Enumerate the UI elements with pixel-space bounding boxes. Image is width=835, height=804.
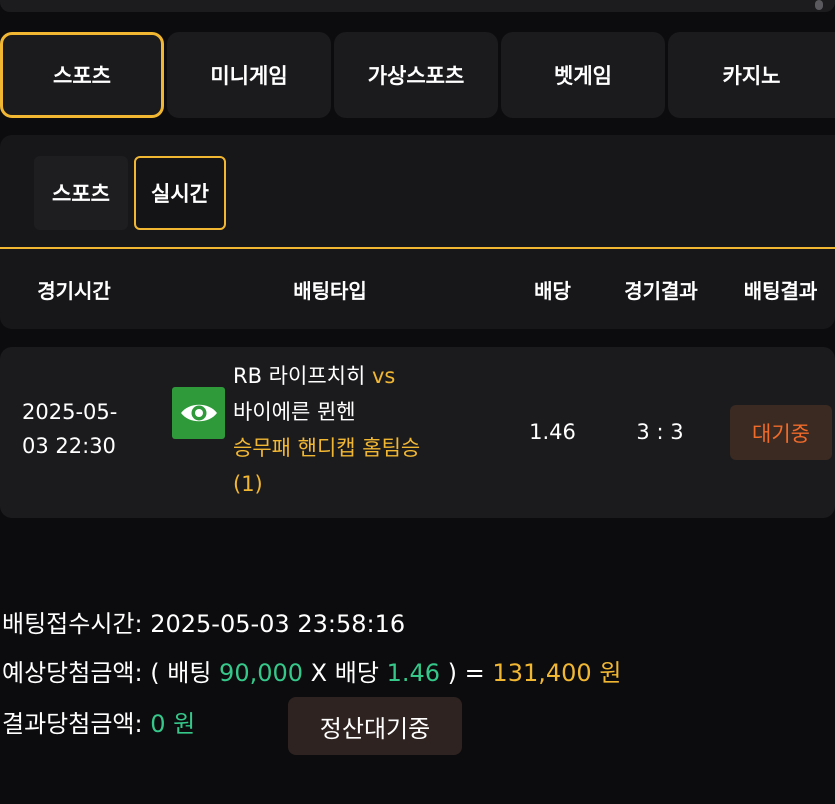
header-bet-result: 배팅결과 [743,278,818,303]
match-time: 03 22:30 [22,434,116,458]
result-amount: 0 [150,710,166,738]
top-bar [0,0,835,12]
eye-icon[interactable] [172,387,225,439]
home-team: RB 라이프치히 [233,364,366,388]
scrollbar-thumb[interactable] [815,0,823,10]
close-paren: ) [447,659,458,687]
bet-amount: 90,000 [219,659,304,687]
summary-odds: 1.46 [386,659,441,687]
tab-minigame[interactable]: 미니게임 [167,32,331,118]
received-value: 2025-05-03 23:58:16 [150,610,406,638]
open-paren: ( [150,659,160,687]
bet-label: 배팅 [167,659,212,687]
bet-selection: (1) [233,472,263,496]
match-date: 2025-05- [22,400,118,424]
status-badge: 대기중 [730,405,832,460]
sub-tab-panel: 스포츠 실시간 [0,135,835,247]
header-odds: 배당 [534,278,571,303]
header-time: 경기시간 [37,278,111,303]
match-teams-line1: RB 라이프치히 vs [233,358,513,394]
match-datetime: 2025-05- 03 22:30 [22,395,117,463]
bet-details: RB 라이프치히 vs 바이에른 뮌헨 승무패 핸디캡 홈팀승 (1) [233,358,513,502]
result-label: 결과당첨금액: [2,710,143,738]
header-game-result: 경기결과 [624,278,698,303]
tab-virtual-sports[interactable]: 가상스포츠 [334,32,498,118]
vs-label: vs [371,364,396,388]
header-bet-type: 배팅타입 [293,278,367,303]
odds-label: 배당 [334,659,379,687]
table-header: 경기시간 배팅타입 배당 경기결과 배팅결과 [0,249,835,329]
game-score: 3 : 3 [636,420,684,444]
received-label: 배팅접수시간: [2,610,143,638]
tab-betgame[interactable]: 벳게임 [501,32,665,118]
odds-value: 1.46 [529,420,576,444]
equals-sign: = [464,659,485,687]
expected-label: 예상당첨금액: [2,659,143,687]
away-team: 바이에른 뮌헨 [233,400,356,424]
tab-sports[interactable]: 스포츠 [0,32,164,118]
bet-market: 승무패 핸디캡 홈팀승 [233,436,421,460]
received-time-line: 배팅접수시간: 2025-05-03 23:58:16 [2,607,405,641]
times-sign: X [310,659,328,687]
settlement-pending-button[interactable]: 정산대기중 [288,697,462,755]
sub-tab-sports[interactable]: 스포츠 [34,156,128,230]
tab-casino[interactable]: 카지노 [668,32,835,118]
result-currency: 원 [173,710,196,738]
expected-win-line: 예상당첨금액: ( 배팅 90,000 X 배당 1.46 ) = 131,40… [2,656,621,690]
main-tab-bar: 스포츠 미니게임 가상스포츠 벳게임 카지노 [0,32,835,118]
result-win-line: 결과당첨금액: 0 원 [2,707,195,741]
sub-tab-live[interactable]: 실시간 [134,156,226,230]
expected-amount: 131,400 [492,659,592,687]
expected-currency: 원 [599,659,622,687]
